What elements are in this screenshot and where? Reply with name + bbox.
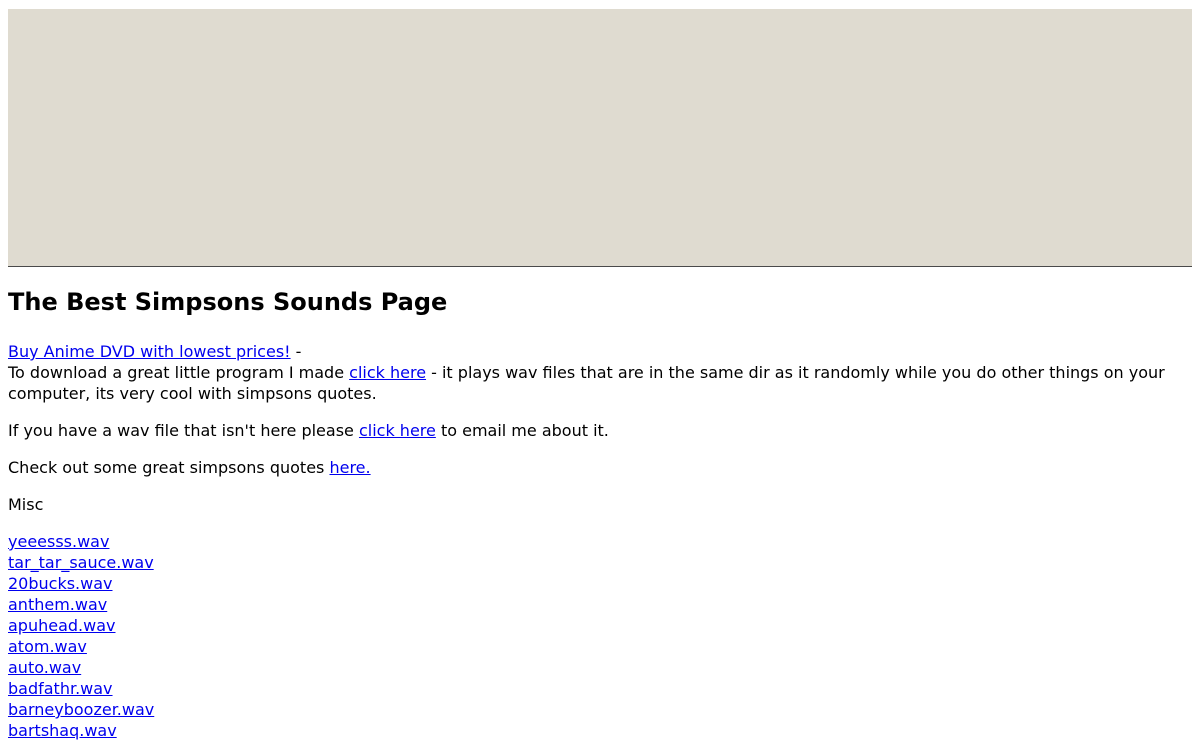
list-item: apuhead.wav <box>8 615 1192 636</box>
banner-ad[interactable] <box>8 9 1192 267</box>
list-item: anthem.wav <box>8 594 1192 615</box>
wav-file-link[interactable]: bartshaq.wav <box>8 721 117 740</box>
list-item: barneyboozer.wav <box>8 699 1192 720</box>
email-suffix: to email me about it. <box>435 421 609 440</box>
list-item: bartshaq.wav <box>8 720 1192 740</box>
email-paragraph: If you have a wav file that isn't here p… <box>8 420 1192 441</box>
wav-file-list: yeeesss.wav tar_tar_sauce.wav 20bucks.wa… <box>8 531 1192 740</box>
wav-file-link[interactable]: apuhead.wav <box>8 616 116 635</box>
section-heading-misc: Misc <box>8 495 44 514</box>
list-item: 20bucks.wav <box>8 573 1192 594</box>
quotes-paragraph: Check out some great simpsons quotes her… <box>8 457 1192 478</box>
wav-file-link[interactable]: yeeesss.wav <box>8 532 109 551</box>
quotes-prefix: Check out some great simpsons quotes <box>8 458 330 477</box>
list-item: atom.wav <box>8 636 1192 657</box>
list-item: badfathr.wav <box>8 678 1192 699</box>
wav-file-link[interactable]: 20bucks.wav <box>8 574 113 593</box>
list-item: auto.wav <box>8 657 1192 678</box>
download-prefix: To download a great little program I mad… <box>8 363 350 382</box>
list-item: yeeesss.wav <box>8 531 1192 552</box>
quotes-link[interactable]: here. <box>329 458 370 477</box>
wav-file-link[interactable]: atom.wav <box>8 637 87 656</box>
list-item: tar_tar_sauce.wav <box>8 552 1192 573</box>
ad-suffix: - <box>290 342 302 361</box>
wav-file-link[interactable]: barneyboozer.wav <box>8 700 154 719</box>
wav-file-link[interactable]: badfathr.wav <box>8 679 113 698</box>
page-title: The Best Simpsons Sounds Page <box>8 288 448 316</box>
intro-paragraph: Buy Anime DVD with lowest prices! - To d… <box>8 341 1192 404</box>
wav-file-link[interactable]: auto.wav <box>8 658 81 677</box>
wav-file-link[interactable]: tar_tar_sauce.wav <box>8 553 154 572</box>
email-prefix: If you have a wav file that isn't here p… <box>8 421 359 440</box>
download-program-link[interactable]: click here <box>349 363 426 382</box>
anime-dvd-link[interactable]: Buy Anime DVD with lowest prices! <box>8 342 291 361</box>
email-link[interactable]: click here <box>359 421 436 440</box>
wav-file-link[interactable]: anthem.wav <box>8 595 107 614</box>
page: The Best Simpsons Sounds Page Buy Anime … <box>8 0 1192 740</box>
